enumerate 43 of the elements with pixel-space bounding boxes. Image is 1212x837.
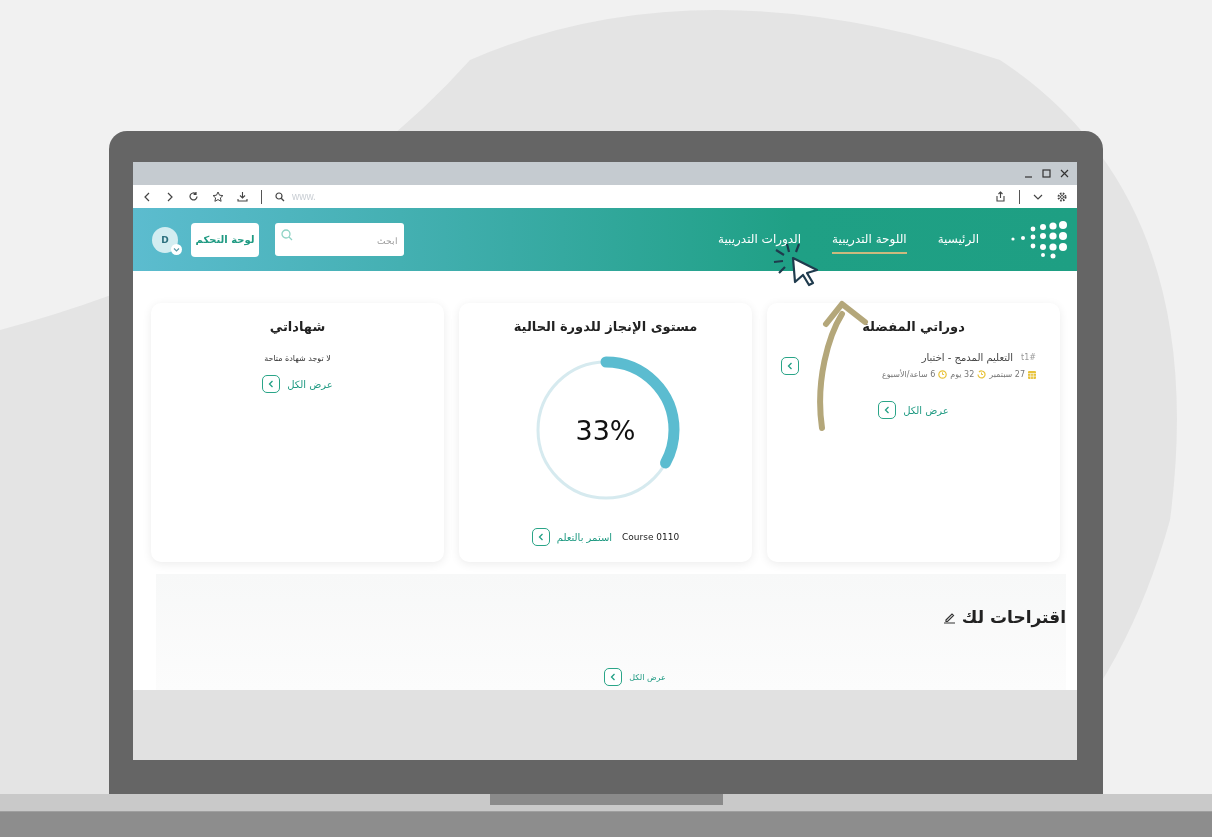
view-all-link[interactable]: عرض الكل — [878, 401, 949, 419]
back-icon[interactable] — [142, 191, 152, 202]
course-hours: 6 ساعة/الأسبوع — [881, 370, 936, 379]
course-date: 27 سبتمبر — [989, 370, 1025, 379]
card-title: مستوى الإنجاز للدورة الحالية — [513, 319, 698, 334]
chevron-left-icon — [610, 673, 617, 681]
chevron-left-icon — [884, 406, 891, 414]
section-title: اقتراحات لك — [961, 607, 1066, 627]
search-icon — [275, 191, 285, 202]
chevron-left-icon — [268, 380, 275, 388]
card-title: شهاداتي — [269, 319, 326, 334]
search-field[interactable]: ابحث — [275, 223, 404, 256]
calendar-icon — [1028, 370, 1036, 379]
clock-icon — [938, 370, 948, 379]
share-icon[interactable] — [995, 191, 1006, 202]
chevron-left-icon — [787, 361, 793, 370]
course-duration: 32 يوم — [950, 370, 975, 379]
star-icon[interactable] — [212, 190, 224, 203]
empty-message: لا توجد شهادة متاحة — [264, 354, 331, 363]
forward-icon[interactable] — [165, 191, 175, 202]
settings-icon[interactable] — [1056, 190, 1068, 203]
nav-link[interactable]: الدورات التدريبية — [718, 225, 802, 254]
search-icon — [281, 229, 293, 241]
reload-icon[interactable] — [188, 191, 199, 202]
chevron-down-icon — [171, 243, 182, 255]
nav-link[interactable]: اللوحة التدريبية — [832, 225, 907, 254]
continue-learning-link[interactable]: استمر بالتعلم — [531, 528, 613, 546]
previous-button[interactable] — [781, 356, 799, 375]
view-all-link[interactable]: عرض الكل — [262, 375, 333, 393]
dashboard-button[interactable]: لوحة التحكم — [191, 222, 259, 257]
dots-logo-icon — [1009, 220, 1067, 259]
card-title: دوراتي المفضلة — [862, 319, 965, 334]
course-name: Course 0110 — [622, 532, 680, 542]
course-title[interactable]: التعليم المدمج - اختبار — [921, 352, 1014, 363]
course-tag: t1# — [1021, 353, 1036, 362]
close-icon[interactable] — [1060, 169, 1069, 178]
download-icon[interactable] — [237, 191, 248, 202]
progress-reading: 33% — [575, 414, 636, 446]
chevron-left-icon — [537, 533, 544, 541]
maximize-icon[interactable] — [1042, 169, 1051, 178]
view-all-link[interactable]: عرض الكل — [604, 668, 666, 686]
history-icon — [977, 370, 987, 379]
nav-link[interactable]: الرئيسية — [937, 225, 979, 254]
